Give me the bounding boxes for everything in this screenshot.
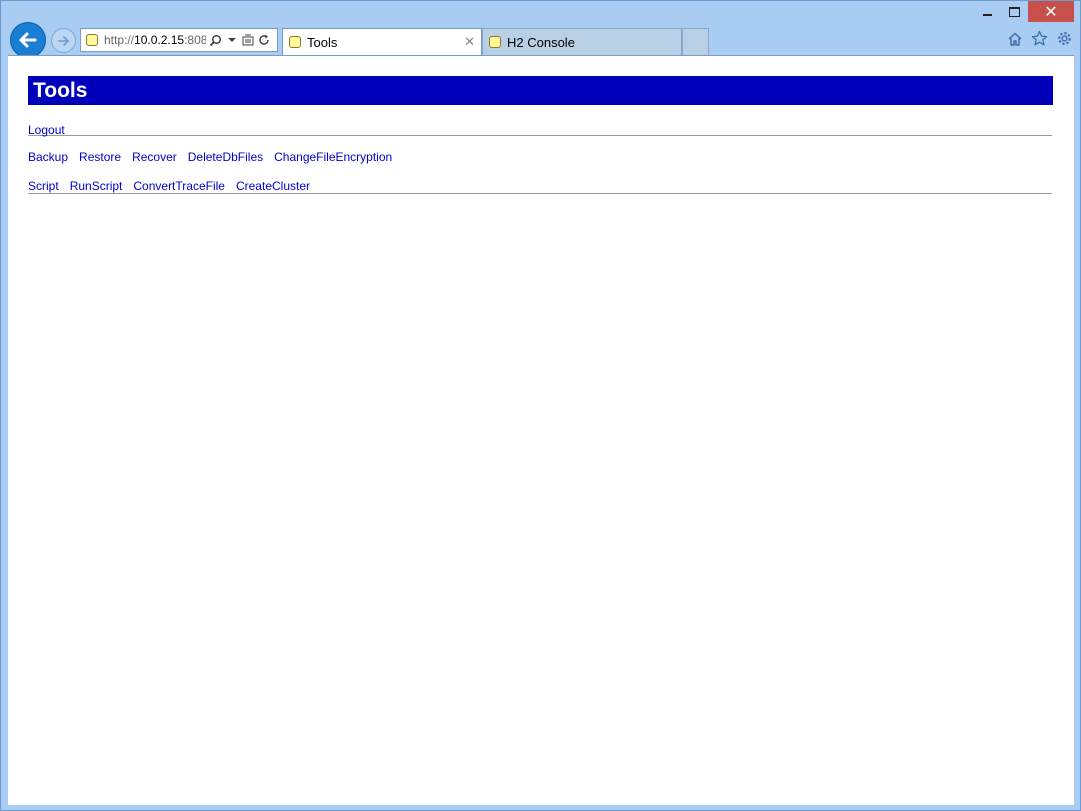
tab-label: Tools bbox=[307, 34, 338, 50]
logout-link[interactable]: Logout bbox=[28, 123, 65, 137]
divider bbox=[28, 135, 1052, 136]
url-rest: :808 bbox=[184, 33, 206, 47]
compatibility-view-icon[interactable] bbox=[241, 33, 254, 47]
close-window-button[interactable]: ✕ bbox=[1028, 1, 1074, 22]
recover-link[interactable]: Recover bbox=[132, 150, 177, 164]
forward-arrow-icon bbox=[57, 35, 69, 46]
backup-link[interactable]: Backup bbox=[28, 150, 68, 164]
create-cluster-link[interactable]: CreateCluster bbox=[236, 179, 310, 193]
page-title: Tools bbox=[28, 76, 1053, 105]
run-script-link[interactable]: RunScript bbox=[70, 179, 123, 193]
tab-h2-console[interactable]: H2 Console bbox=[482, 28, 682, 55]
minimize-icon bbox=[983, 13, 992, 16]
refresh-icon[interactable] bbox=[257, 33, 270, 47]
browser-toolbar bbox=[1006, 30, 1073, 47]
maximize-icon bbox=[1009, 6, 1020, 17]
page-icon bbox=[489, 36, 501, 48]
tab-tools[interactable]: Tools ✕ bbox=[282, 28, 482, 55]
change-file-encryption-link[interactable]: ChangeFileEncryption bbox=[274, 150, 392, 164]
divider bbox=[28, 193, 1052, 194]
convert-trace-file-link[interactable]: ConvertTraceFile bbox=[133, 179, 225, 193]
url-protocol: http:// bbox=[104, 33, 135, 47]
url-host: 10.0.2.15 bbox=[134, 33, 185, 47]
dropdown-arrow-icon[interactable] bbox=[225, 33, 238, 47]
delete-db-files-link[interactable]: DeleteDbFiles bbox=[188, 150, 263, 164]
address-tools bbox=[209, 33, 270, 47]
home-icon[interactable] bbox=[1006, 30, 1023, 47]
browser-window: ✕ http://10.0.2.15:808 Tools ✕ H2 Consol… bbox=[0, 0, 1081, 811]
back-button[interactable] bbox=[10, 22, 46, 58]
close-icon: ✕ bbox=[1044, 1, 1058, 21]
search-icon[interactable] bbox=[209, 33, 222, 47]
page-icon bbox=[289, 36, 301, 48]
address-bar[interactable]: http://10.0.2.15:808 bbox=[80, 28, 278, 52]
tools-row-2: Script RunScript ConvertTraceFile Create… bbox=[28, 179, 1053, 193]
script-link[interactable]: Script bbox=[28, 179, 59, 193]
window-controls: ✕ bbox=[974, 1, 1074, 23]
gear-icon[interactable] bbox=[1056, 30, 1073, 47]
tab-label: H2 Console bbox=[507, 34, 575, 50]
page-viewport: Tools Logout Backup Restore Recover Dele… bbox=[8, 55, 1074, 805]
maximize-button[interactable] bbox=[1001, 1, 1028, 22]
star-icon[interactable] bbox=[1031, 30, 1048, 47]
minimize-button[interactable] bbox=[974, 1, 1001, 22]
restore-link[interactable]: Restore bbox=[79, 150, 121, 164]
back-arrow-icon bbox=[19, 32, 37, 48]
tools-row-1: Backup Restore Recover DeleteDbFiles Cha… bbox=[28, 150, 1053, 164]
page-content: Tools Logout Backup Restore Recover Dele… bbox=[28, 76, 1053, 194]
page-icon bbox=[86, 34, 98, 46]
forward-button[interactable] bbox=[51, 28, 76, 53]
url-text[interactable]: http://10.0.2.15:808 bbox=[104, 33, 206, 47]
close-tab-icon[interactable]: ✕ bbox=[464, 34, 475, 50]
new-tab-button[interactable] bbox=[682, 28, 709, 55]
logout-row: Logout bbox=[28, 121, 1053, 137]
